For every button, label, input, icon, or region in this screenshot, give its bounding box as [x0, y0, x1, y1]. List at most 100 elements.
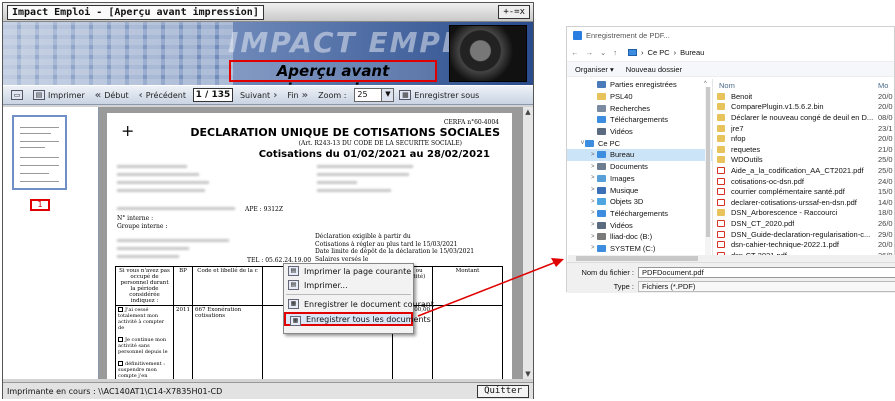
- checkbox-label: J'ai cessé totalement mon activité à com…: [118, 307, 165, 331]
- previous-page-button[interactable]: ‹ Précédent: [134, 87, 191, 103]
- last-page-button[interactable]: Fin»: [282, 87, 313, 103]
- menu-item-save-all-documents[interactable]: ▦ Enregistrer tous les documents: [284, 312, 431, 326]
- tree-item[interactable]: v Ce PC: [567, 137, 712, 149]
- file-name: declarer-cotisations-urssaf-en-dsn.pdf: [731, 197, 857, 207]
- tree-item[interactable]: > lliad-doc (B:): [567, 231, 712, 243]
- file-row[interactable]: nfop 20/0: [715, 133, 895, 144]
- up-arrow-icon[interactable]: ↑: [613, 48, 617, 57]
- pdf-file-icon: [717, 177, 725, 185]
- document-title: DECLARATION UNIQUE DE COTISATIONS SOCIAL…: [190, 126, 500, 139]
- tree-item[interactable]: Parties enregistrées: [567, 79, 712, 91]
- printer-status: Imprimante en cours : \\AC140AT1\C14-X78…: [7, 386, 223, 396]
- save-icon: ▦: [399, 90, 412, 100]
- horizontal-scrollbar[interactable]: [568, 255, 895, 262]
- file-date: 23/1: [878, 123, 893, 133]
- dialog-footer: Nom du fichier : PDFDocument.pdf Type : …: [567, 262, 895, 293]
- chevron-right-icon[interactable]: >: [591, 152, 595, 158]
- file-date: 29/0: [878, 229, 893, 239]
- folder-icon: [597, 186, 606, 194]
- forward-arrow-icon[interactable]: →: [586, 48, 594, 57]
- chevron-down-icon[interactable]: v: [581, 140, 584, 146]
- menu-item-save-current-document[interactable]: ▦ Enregistrer le document courant: [284, 297, 434, 311]
- file-row[interactable]: Benoit 20/0: [715, 91, 895, 102]
- navigation-pane-scrollbar[interactable]: [705, 87, 711, 255]
- quit-button[interactable]: Quitter: [477, 384, 529, 398]
- page-thumbnail[interactable]: [12, 115, 67, 190]
- breadcrumb-item[interactable]: Bureau: [680, 48, 704, 57]
- folder-icon: [717, 209, 725, 217]
- app-icon: [573, 30, 582, 40]
- tree-item[interactable]: PSL40: [567, 91, 712, 103]
- chevron-right-icon[interactable]: >: [591, 210, 595, 216]
- chevron-right-icon[interactable]: >: [591, 199, 595, 205]
- pdf-file-icon: [717, 219, 725, 227]
- filetype-select[interactable]: Fichiers (*.PDF): [638, 280, 895, 292]
- filename-input[interactable]: PDFDocument.pdf: [638, 266, 895, 278]
- banner-camera-image: [449, 25, 527, 82]
- save-as-button[interactable]: ▦ Enregistrer sous: [394, 87, 484, 103]
- tree-item[interactable]: Téléchargements: [567, 114, 712, 126]
- folder-icon: [597, 163, 606, 171]
- file-row[interactable]: dsn-cahier-technique-2022.1.pdf 20/0: [715, 239, 895, 250]
- scroll-thumb[interactable]: [706, 87, 710, 237]
- file-row[interactable]: Aide_a_la_codification_AA_CT2021.pdf 25/0: [715, 165, 895, 176]
- menu-item-print[interactable]: ▤ Imprimer...: [284, 278, 413, 292]
- new-folder-button[interactable]: Nouveau dossier: [626, 65, 682, 74]
- file-row[interactable]: Déclarer le nouveau congé de deuil en D.…: [715, 112, 895, 123]
- tree-item[interactable]: > Objets 3D: [567, 196, 712, 208]
- file-row[interactable]: DSN_CT_2020.pdf 26/0: [715, 218, 895, 229]
- tree-item[interactable]: Recherches: [567, 102, 712, 114]
- file-row[interactable]: jre7 23/1: [715, 123, 895, 134]
- column-header-date[interactable]: Mo: [878, 81, 888, 90]
- file-row[interactable]: DSN_Guide-declaration-regularisation-c..…: [715, 229, 895, 240]
- thumbnail-toggle-button[interactable]: ▭: [6, 87, 28, 103]
- pdf-file-icon: [717, 188, 725, 196]
- tree-item[interactable]: > SYSTEM (C:): [567, 243, 712, 255]
- chevron-right-icon[interactable]: >: [591, 245, 595, 251]
- scroll-up-icon[interactable]: ▲: [523, 107, 533, 117]
- next-page-button[interactable]: Suivant ›: [235, 87, 282, 103]
- chevron-down-icon[interactable]: ⌄: [600, 48, 606, 57]
- tree-item[interactable]: > Vidéos: [567, 219, 712, 231]
- page-counter[interactable]: 1 / 135: [192, 88, 233, 102]
- file-row[interactable]: declarer-cotisations-urssaf-en-dsn.pdf 14…: [715, 197, 895, 208]
- printer-icon: ▤: [288, 280, 299, 290]
- preview-toolbar: ▭ ▤ Imprimer «Début ‹ Précédent 1 / 135 Su…: [3, 85, 533, 105]
- file-row[interactable]: WDOutils 25/0: [715, 155, 895, 166]
- next-label: Suivant: [239, 90, 271, 100]
- scroll-down-icon[interactable]: ▼: [523, 369, 533, 379]
- tree-item[interactable]: Vidéos: [567, 126, 712, 138]
- scroll-thumb[interactable]: [576, 256, 698, 261]
- tree-item[interactable]: > Bureau: [567, 149, 712, 161]
- chevron-right-icon[interactable]: >: [591, 234, 595, 240]
- double-chevron-right-icon: »: [301, 89, 309, 101]
- first-page-button[interactable]: «Début: [90, 87, 134, 103]
- tree-item[interactable]: > Images: [567, 173, 712, 185]
- back-arrow-icon[interactable]: ←: [571, 48, 579, 57]
- chevron-right-icon[interactable]: >: [591, 164, 595, 170]
- checkbox-label: Je continue mon activité sans personnel …: [118, 337, 168, 355]
- file-row[interactable]: ComparePlugin.v1.5.6.2.bin 20/0: [715, 102, 895, 113]
- breadcrumb-item[interactable]: Ce PC: [648, 48, 670, 57]
- chevron-right-icon[interactable]: >: [591, 175, 595, 181]
- tree-item[interactable]: > Musique: [567, 184, 712, 196]
- folder-icon: [597, 174, 606, 182]
- menu-item-print-current-page[interactable]: ▤ Imprimer la page courante: [284, 264, 413, 278]
- chevron-right-icon[interactable]: >: [591, 187, 595, 193]
- pdf-file-icon: [717, 241, 725, 249]
- zoom-select[interactable]: 25 ▼: [354, 88, 395, 102]
- file-name: requetes: [731, 144, 761, 154]
- file-row[interactable]: courrier complémentaire santé.pdf 15/0: [715, 186, 895, 197]
- window-controls[interactable]: +-=x: [498, 5, 530, 19]
- tree-item-label: Musique: [610, 185, 639, 195]
- file-row[interactable]: requetes 21/0: [715, 144, 895, 155]
- organize-button[interactable]: Organiser ▾: [575, 65, 614, 74]
- file-row[interactable]: cotisations-oc-dsn.pdf 24/0: [715, 176, 895, 187]
- tree-item[interactable]: > Téléchargements: [567, 208, 712, 220]
- column-header-name[interactable]: Nom: [719, 81, 735, 90]
- print-button[interactable]: ▤ Imprimer: [28, 87, 90, 103]
- file-row[interactable]: DSN_Arborescence - Raccourci 18/0: [715, 208, 895, 219]
- chevron-right-icon[interactable]: >: [591, 222, 595, 228]
- blurred-address-line: [317, 181, 357, 184]
- tree-item[interactable]: > Documents: [567, 161, 712, 173]
